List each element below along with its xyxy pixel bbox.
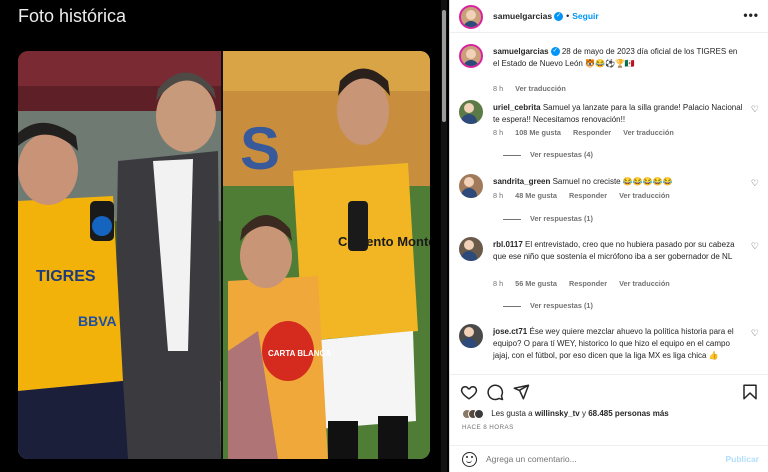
header-line: samuelgarcias ✓ • Seguir bbox=[493, 11, 599, 22]
comment-like-icon[interactable]: ♡ bbox=[751, 178, 759, 189]
player-sock-2 bbox=[378, 416, 408, 459]
emoji-icon[interactable] bbox=[462, 452, 477, 467]
caption-meta: 8 h Ver traducción bbox=[493, 84, 578, 93]
comment-likes[interactable]: 108 Me gusta bbox=[515, 128, 561, 137]
comment-username[interactable]: rbl.0117 bbox=[493, 240, 523, 249]
comment-text: jose.ct71 Ése wey quiere mezclar ahuevo … bbox=[493, 326, 745, 363]
verified-badge-icon: ✓ bbox=[554, 12, 564, 22]
stand-letter: S bbox=[240, 115, 280, 182]
likes-summary: Les gusta a willinsky_tv y 68.485 person… bbox=[462, 409, 669, 419]
liker-avatar bbox=[474, 409, 484, 419]
comment-item: rbl.0117 El entrevistado, creo que no hu… bbox=[459, 237, 759, 327]
comment-time: 8 h bbox=[493, 128, 504, 137]
caption-avatar[interactable] bbox=[459, 44, 483, 68]
caption-username[interactable]: samuelgarcias bbox=[493, 47, 549, 56]
post-image-collage[interactable]: TIGRES BBVA S Cemento Monterrey bbox=[18, 51, 430, 459]
comment-time: 8 h bbox=[493, 191, 504, 200]
caption-block: samuelgarcias ✓ 28 de mayo de 2023 día of… bbox=[459, 44, 759, 93]
comment-time: 8 h bbox=[493, 279, 504, 288]
heart-icon[interactable] bbox=[460, 383, 478, 401]
view-replies-link[interactable]: Ver respuestas (1) bbox=[503, 214, 593, 223]
player-microphone bbox=[348, 201, 368, 251]
add-comment-input[interactable] bbox=[486, 454, 716, 464]
collage-divider bbox=[221, 51, 223, 459]
add-comment-bar: Publicar bbox=[450, 445, 768, 472]
follow-button[interactable]: Seguir bbox=[572, 11, 598, 21]
comment-like-icon[interactable]: ♡ bbox=[751, 241, 759, 252]
shirt-left-brand: TIGRES bbox=[36, 268, 96, 285]
publish-button[interactable]: Publicar bbox=[725, 454, 759, 464]
instagram-post-view: Foto histórica TIGRES BBVA S Mont CARTA … bbox=[0, 0, 768, 472]
comment-reply-button[interactable]: Responder bbox=[569, 279, 607, 288]
comment-translate-link[interactable]: Ver traducción bbox=[619, 191, 670, 200]
author-avatar[interactable] bbox=[459, 5, 483, 29]
comment-text: uriel_cebrita Samuel ya lanzate para la … bbox=[493, 102, 745, 126]
bookmark-icon[interactable] bbox=[741, 383, 759, 401]
caption-text: samuelgarcias ✓ 28 de mayo de 2023 día of… bbox=[493, 46, 745, 70]
comment-body: Samuel no creciste 😂😂😂😂😂 bbox=[552, 177, 673, 186]
comment-text: sandrita_green Samuel no creciste 😂😂😂😂😂 bbox=[493, 176, 745, 188]
old-stadium-top bbox=[223, 51, 430, 91]
share-icon[interactable] bbox=[512, 383, 530, 401]
comment-reply-button[interactable]: Responder bbox=[573, 128, 611, 137]
comment-meta: 8 h 56 Me gusta Responder Ver traducción bbox=[493, 279, 682, 288]
post-details-panel: samuelgarcias ✓ • Seguir ••• samuelgarcias ✓… bbox=[449, 0, 768, 472]
media-scrollbar-thumb[interactable] bbox=[442, 10, 446, 122]
caption-verified-icon: ✓ bbox=[550, 47, 560, 57]
separator-dot: • bbox=[566, 11, 570, 21]
comment-avatar[interactable] bbox=[459, 237, 483, 261]
post-header: samuelgarcias ✓ • Seguir ••• bbox=[450, 0, 768, 33]
likes-count-link[interactable]: 68.485 personas más bbox=[588, 409, 669, 418]
comment-username[interactable]: uriel_cebrita bbox=[493, 103, 541, 112]
comment-username[interactable]: jose.ct71 bbox=[493, 327, 527, 336]
media-panel: Foto histórica TIGRES BBVA S Mont CARTA … bbox=[0, 0, 449, 472]
more-options-icon[interactable]: ••• bbox=[743, 8, 759, 22]
view-replies-link[interactable]: Ver respuestas (1) bbox=[503, 301, 593, 310]
likes-user-link[interactable]: willinsky_tv bbox=[535, 409, 580, 418]
comment-item: jose.ct71 Ése wey quiere mezclar ahuevo … bbox=[459, 324, 759, 374]
comment-body: Ése wey quiere mezclar ahuevo la polític… bbox=[493, 327, 734, 361]
likes-conj: y bbox=[582, 409, 586, 419]
comment-avatar[interactable] bbox=[459, 174, 483, 198]
shirt-left-sponsor: BBVA bbox=[78, 313, 117, 329]
comment-item: sandrita_green Samuel no creciste 😂😂😂😂😂 … bbox=[459, 174, 759, 234]
comment-like-icon[interactable]: ♡ bbox=[751, 328, 759, 339]
comment-likes[interactable]: 56 Me gusta bbox=[515, 279, 557, 288]
boy-face bbox=[240, 224, 292, 288]
comment-reply-button[interactable]: Responder bbox=[569, 191, 607, 200]
author-username[interactable]: samuelgarcias bbox=[493, 11, 552, 21]
comment-like-icon[interactable]: ♡ bbox=[751, 104, 759, 115]
comment-translate-link[interactable]: Ver traducción bbox=[623, 128, 674, 137]
likes-prefix: Les gusta a bbox=[491, 409, 533, 419]
comment-avatar[interactable] bbox=[459, 324, 483, 348]
reporter-pants bbox=[18, 381, 128, 459]
comment-body: El entrevistado, creo que no hubiera pas… bbox=[493, 240, 735, 262]
comments-list[interactable]: samuelgarcias ✓ 28 de mayo de 2023 día of… bbox=[450, 34, 768, 374]
man-face bbox=[156, 80, 216, 152]
comment-username[interactable]: sandrita_green bbox=[493, 177, 550, 186]
view-replies-link[interactable]: Ver respuestas (4) bbox=[503, 150, 593, 159]
comment-likes[interactable]: 48 Me gusta bbox=[515, 191, 557, 200]
comment-meta: 8 h 108 Me gusta Responder Ver traducción bbox=[493, 128, 686, 137]
post-timestamp[interactable]: HACE 8 HORAS bbox=[462, 424, 514, 431]
caption-time: 8 h bbox=[493, 84, 504, 93]
comment-text: rbl.0117 El entrevistado, creo que no hu… bbox=[493, 239, 745, 263]
shirt-boy-sponsor: CARTA BLANCA bbox=[268, 349, 331, 358]
post-actions: Les gusta a willinsky_tv y 68.485 person… bbox=[450, 374, 768, 472]
comment-avatar[interactable] bbox=[459, 100, 483, 124]
comment-translate-link[interactable]: Ver traducción bbox=[619, 279, 670, 288]
player-sock bbox=[328, 421, 358, 459]
comment-meta: 8 h 48 Me gusta Responder Ver traducción bbox=[493, 191, 682, 200]
collage-svg: TIGRES BBVA S Cemento Monterrey bbox=[18, 51, 430, 459]
mic-flag bbox=[92, 216, 112, 236]
comment-icon[interactable] bbox=[486, 383, 504, 401]
caption-translate-link[interactable]: Ver traducción bbox=[515, 84, 566, 93]
reporter-face bbox=[18, 133, 78, 205]
media-title: Foto histórica bbox=[18, 6, 127, 26]
